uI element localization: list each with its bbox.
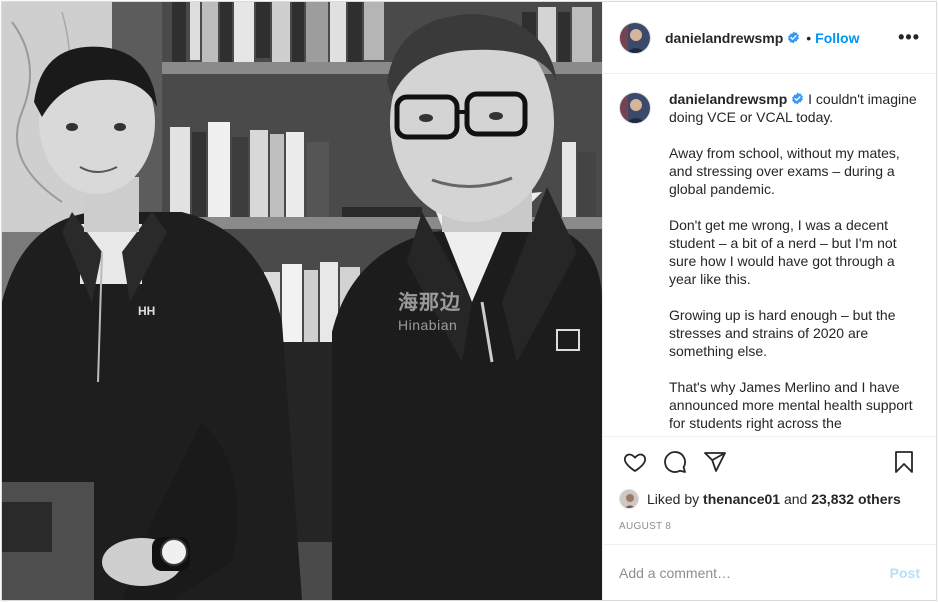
post-photo[interactable]: HH 海那边 Hinabian [2, 2, 602, 600]
likes-others[interactable]: 23,832 others [811, 491, 901, 507]
jacket-logo-text: HH [138, 304, 155, 318]
comments-section[interactable]: danielandrewsmp I couldn't imagine doing… [603, 74, 936, 436]
post-actions: Liked by thenance01 and 23,832 others AU… [603, 436, 936, 600]
comment-input[interactable] [619, 564, 890, 581]
caption-paragraph: danielandrewsmp I couldn't imagine doing… [669, 90, 919, 126]
photo-watermark: 海那边 Hinabian [398, 286, 461, 333]
comment-icon[interactable] [655, 442, 695, 482]
share-icon[interactable] [695, 442, 735, 482]
liker-avatar-image [620, 490, 638, 508]
likes-and: and [783, 491, 808, 507]
post-caption: danielandrewsmp I couldn't imagine doing… [669, 90, 919, 436]
action-icons-bar [603, 437, 936, 487]
likes-prefix: Liked by [647, 491, 700, 507]
caption-avatar-image [620, 93, 650, 123]
liker-avatar[interactable] [619, 489, 639, 509]
post-side-panel: danielandrewsmp • Follow ••• danielandre… [602, 2, 936, 600]
post-header: danielandrewsmp • Follow ••• [603, 2, 936, 74]
avatar[interactable] [619, 21, 651, 54]
photo-illustration: HH [2, 2, 602, 600]
caption-paragraph: Away from school, without my mates, and … [669, 145, 900, 197]
caption-paragraph: That's why James Merlino and I have anno… [669, 379, 913, 431]
header-separator: • [806, 29, 812, 46]
follow-button[interactable]: Follow [815, 30, 859, 46]
instagram-post: HH 海那边 Hinabian danielandrewsmp • Follow [1, 1, 937, 601]
post-date[interactable]: AUGUST 8 [603, 511, 936, 544]
caption-paragraph: Don't get me wrong, I was a decent stude… [669, 217, 897, 287]
bookmark-icon[interactable] [884, 442, 924, 482]
likes-summary: Liked by thenance01 and 23,832 others [603, 487, 936, 511]
caption-username[interactable]: danielandrewsmp [669, 91, 787, 107]
caption-paragraph: Growing up is hard enough – but the stre… [669, 307, 896, 359]
verified-icon [787, 31, 800, 44]
avatar-image [620, 22, 650, 53]
verified-icon [791, 91, 804, 105]
caption-row: danielandrewsmp I couldn't imagine doing… [619, 90, 920, 436]
post-comment-button[interactable]: Post [890, 565, 920, 581]
liker-username[interactable]: thenance01 [703, 491, 780, 507]
watermark-english: Hinabian [398, 317, 458, 333]
more-options-icon[interactable]: ••• [898, 27, 920, 48]
header-username[interactable]: danielandrewsmp [665, 30, 783, 46]
caption-avatar[interactable] [619, 92, 651, 124]
heart-icon[interactable] [615, 442, 655, 482]
comment-form: Post [603, 544, 936, 600]
watermark-chinese: 海那边 [398, 290, 461, 314]
